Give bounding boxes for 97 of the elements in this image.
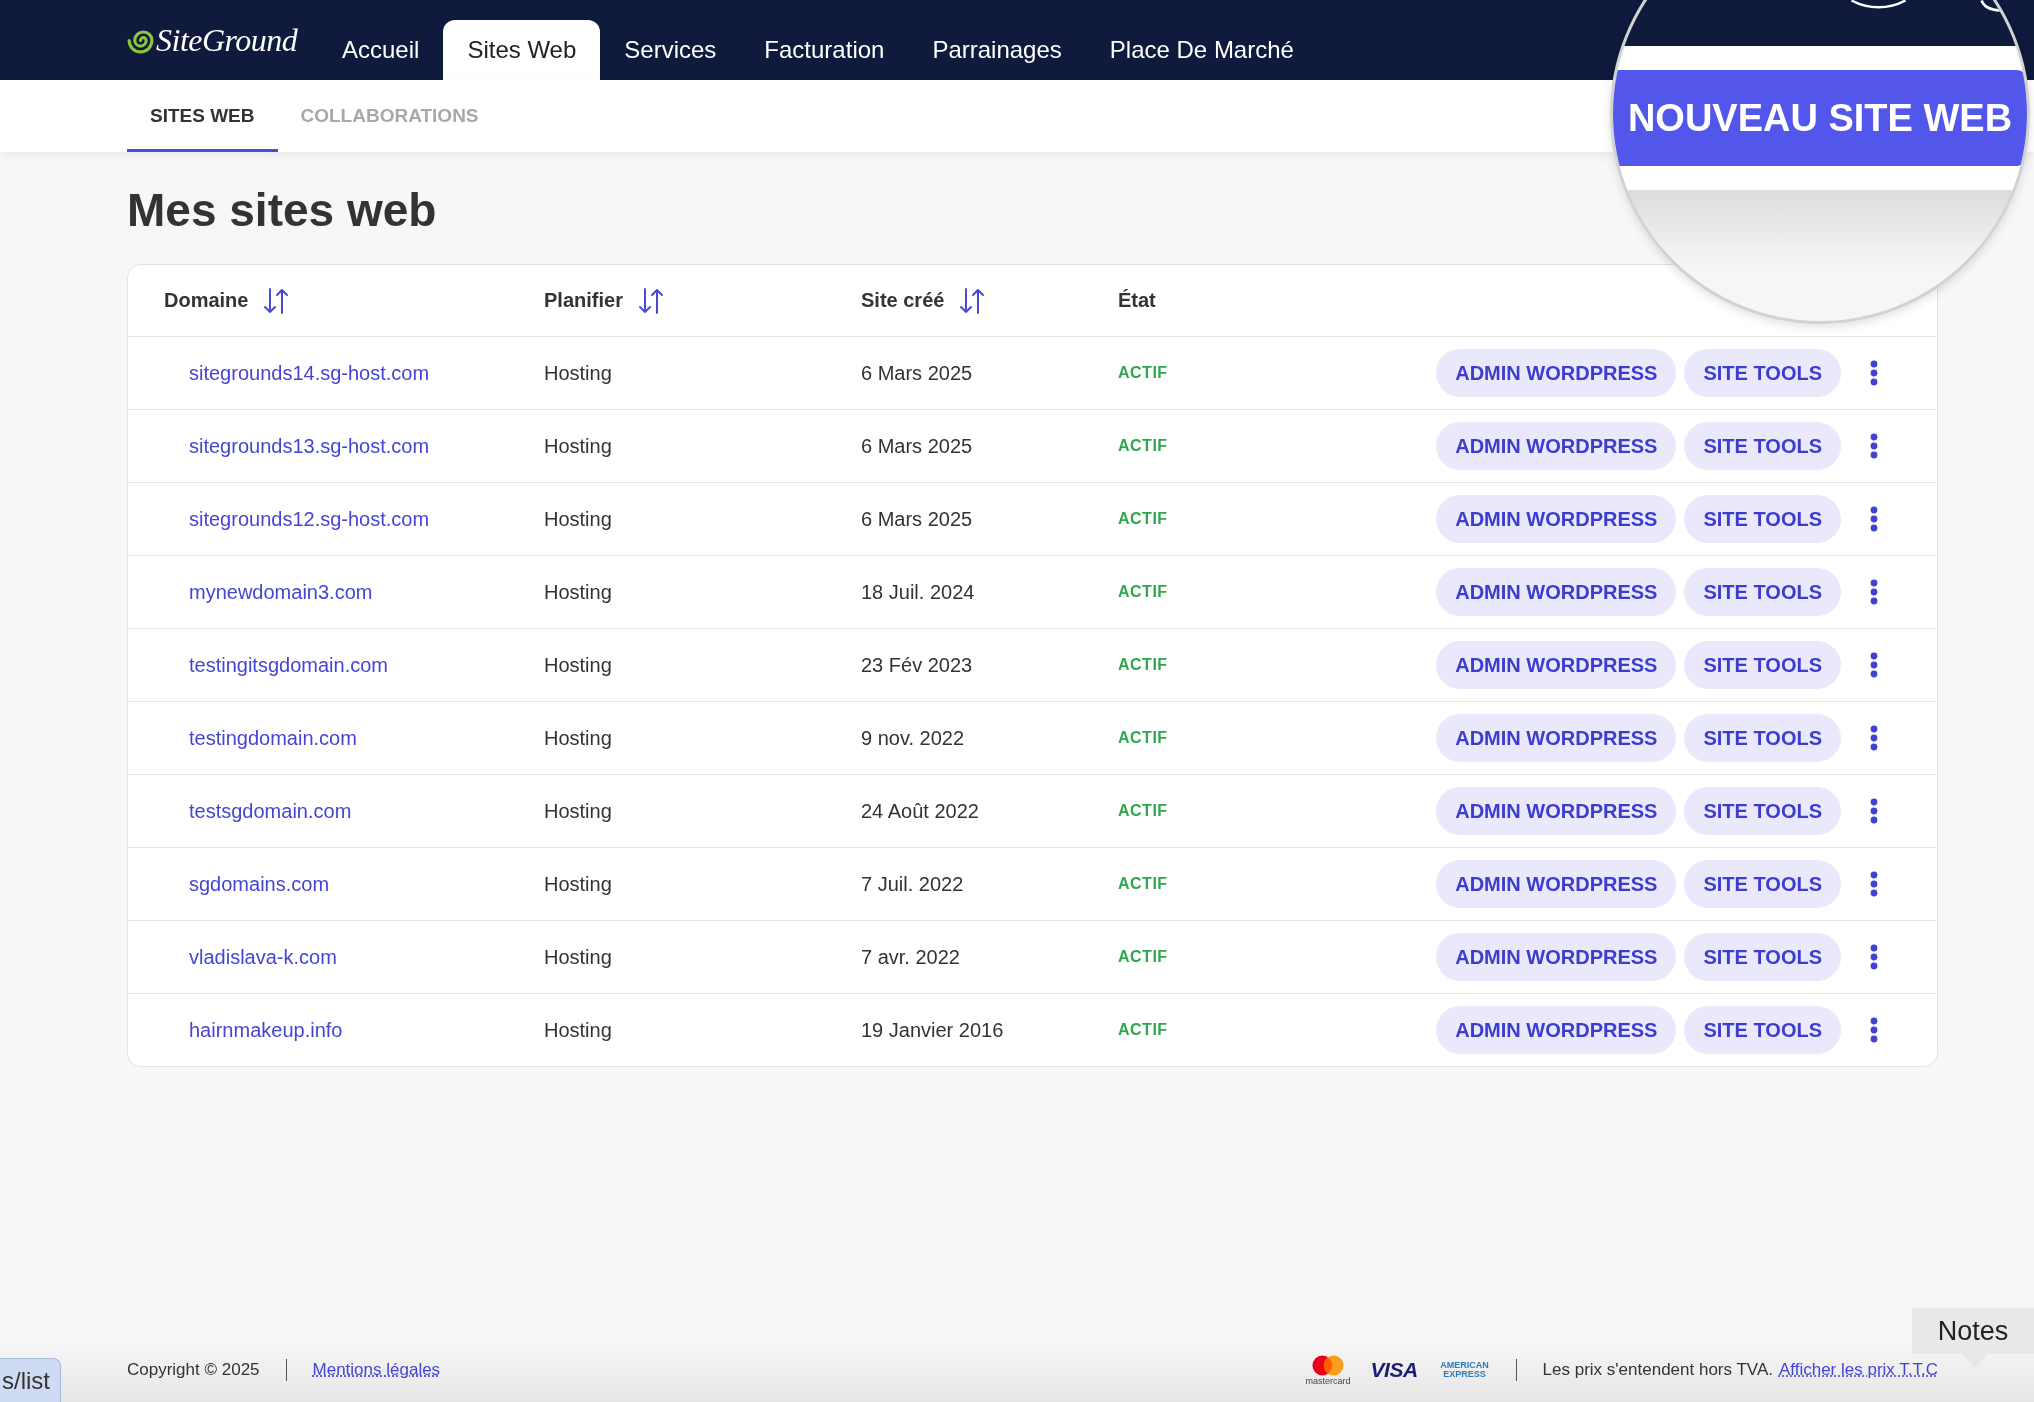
action-button[interactable]: ADMIN WORDPRESS: [1436, 641, 1677, 689]
domain-link[interactable]: sitegrounds14.sg-host.com: [189, 361, 430, 385]
table-cell: Hosting: [544, 361, 612, 385]
action-button[interactable]: ADMIN WORDPRESS: [1436, 1006, 1677, 1054]
nav-tab[interactable]: Parrainages: [908, 20, 1086, 80]
table-cell: 7 avr. 2022: [861, 945, 960, 969]
domain-link[interactable]: testsgdomain.com: [189, 799, 352, 823]
nav-tab[interactable]: Facturation: [740, 20, 909, 80]
card-brand-text: AMERICAN EXPRESS: [1439, 1361, 1490, 1379]
table-cell: 19 Janvier 2016: [861, 1018, 1004, 1042]
status-label: ACTIF: [1118, 729, 1168, 747]
nav-tab[interactable]: Services: [600, 20, 741, 80]
page-title: Mes sites web: [127, 183, 438, 238]
action-button[interactable]: SITE TOOLS: [1684, 787, 1841, 835]
vertical-dots-icon: [1870, 360, 1878, 386]
action-button[interactable]: SITE TOOLS: [1684, 933, 1841, 981]
table-cell: 6 Mars 2025: [861, 507, 973, 531]
table-cell: Hosting: [544, 872, 612, 896]
status-label: ACTIF: [1118, 875, 1168, 893]
action-button[interactable]: ADMIN WORDPRESS: [1436, 787, 1677, 835]
action-button[interactable]: ADMIN WORDPRESS: [1436, 422, 1677, 470]
table-cell: Hosting: [544, 945, 612, 969]
table-cell: Hosting: [544, 1018, 612, 1042]
status-label: ACTIF: [1118, 583, 1168, 601]
card-brand-text: VISA: [1370, 1358, 1418, 1382]
vertical-dots-icon: [1870, 652, 1878, 678]
table-cell: Hosting: [544, 580, 612, 604]
action-button[interactable]: ADMIN WORDPRESS: [1436, 860, 1677, 908]
vertical-dots-icon: [1870, 579, 1878, 605]
table-cell: Hosting: [544, 507, 612, 531]
action-button[interactable]: SITE TOOLS: [1684, 349, 1841, 397]
action-button[interactable]: SITE TOOLS: [1684, 1006, 1841, 1054]
domain-link[interactable]: sitegrounds12.sg-host.com: [189, 507, 430, 531]
status-label: ACTIF: [1118, 948, 1168, 966]
column-header: Planifier: [544, 289, 623, 312]
url-tooltip: s/list: [0, 1358, 61, 1402]
status-label: ACTIF: [1118, 364, 1168, 382]
vertical-dots-icon: [1870, 944, 1878, 970]
table-cell: Hosting: [544, 434, 612, 458]
action-button[interactable]: ADMIN WORDPRESS: [1436, 568, 1677, 616]
vertical-dots-icon: [1870, 871, 1878, 897]
action-button[interactable]: ADMIN WORDPRESS: [1436, 349, 1677, 397]
ring-icon: [1850, 0, 1907, 9]
action-button[interactable]: SITE TOOLS: [1684, 568, 1841, 616]
sort-icon[interactable]: [959, 286, 986, 315]
card-brand-text: mastercard: [1305, 1375, 1351, 1386]
table-cell: 18 Juil. 2024: [861, 580, 975, 604]
status-label: ACTIF: [1118, 1021, 1168, 1039]
action-button[interactable]: SITE TOOLS: [1684, 860, 1841, 908]
nav-tab[interactable]: Place De Marché: [1085, 20, 1318, 80]
domain-link[interactable]: testingdomain.com: [189, 726, 357, 750]
table-cell: 24 Août 2022: [861, 799, 979, 823]
table-cell: 9 nov. 2022: [861, 726, 965, 750]
action-button[interactable]: ADMIN WORDPRESS: [1436, 714, 1677, 762]
action-button[interactable]: SITE TOOLS: [1684, 495, 1841, 543]
copyright-text: Copyright © 2025: [127, 1360, 260, 1380]
action-button[interactable]: SITE TOOLS: [1684, 641, 1841, 689]
domain-link[interactable]: mynewdomain3.com: [189, 580, 373, 604]
vertical-dots-icon: [1870, 433, 1878, 459]
action-button[interactable]: SITE TOOLS: [1684, 714, 1841, 762]
vertical-dots-icon: [1870, 725, 1878, 751]
table-cell: Hosting: [544, 799, 612, 823]
table-cell: 6 Mars 2025: [861, 434, 973, 458]
action-button[interactable]: SITE TOOLS: [1684, 422, 1841, 470]
status-label: ACTIF: [1118, 437, 1168, 455]
table-cell: Hosting: [544, 653, 612, 677]
column-header: Site créé: [861, 289, 945, 312]
table-cell: 23 Fév 2023: [861, 653, 973, 677]
status-label: ACTIF: [1118, 656, 1168, 674]
domain-link[interactable]: hairnmakeup.info: [189, 1018, 343, 1042]
domain-link[interactable]: testingitsgdomain.com: [189, 653, 388, 677]
status-label: ACTIF: [1118, 510, 1168, 528]
table-cell: 6 Mars 2025: [861, 361, 973, 385]
logo-text: SiteGround: [156, 21, 298, 59]
tax-note: Les prix s'entendent hors TVA.: [1542, 1360, 1773, 1380]
sort-icon[interactable]: [263, 286, 290, 315]
overlapping-circles-icon: [1312, 1354, 1345, 1376]
nav-tab[interactable]: Sites Web: [443, 20, 601, 80]
tab[interactable]: SITES WEB: [127, 80, 278, 152]
table-cell: 7 Juil. 2022: [861, 872, 964, 896]
vertical-dots-icon: [1870, 506, 1878, 532]
column-header: État: [1118, 289, 1156, 312]
nav-tab[interactable]: Accueil: [318, 20, 444, 80]
vertical-dots-icon: [1870, 798, 1878, 824]
ring-icon: [1980, 0, 2002, 12]
status-label: ACTIF: [1118, 802, 1168, 820]
column-header: Domaine: [164, 289, 249, 312]
legal-link[interactable]: Mentions légales: [312, 1360, 441, 1380]
table-cell: Hosting: [544, 726, 612, 750]
domain-link[interactable]: vladislava-k.com: [189, 945, 337, 969]
sort-icon[interactable]: [637, 286, 664, 315]
action-button[interactable]: ADMIN WORDPRESS: [1436, 495, 1677, 543]
new-website-button[interactable]: NOUVEAU SITE WEB: [1613, 70, 2027, 166]
domain-link[interactable]: sgdomains.com: [189, 872, 330, 896]
vertical-dots-icon: [1870, 1017, 1878, 1043]
domain-link[interactable]: sitegrounds13.sg-host.com: [189, 434, 430, 458]
action-button[interactable]: ADMIN WORDPRESS: [1436, 933, 1677, 981]
